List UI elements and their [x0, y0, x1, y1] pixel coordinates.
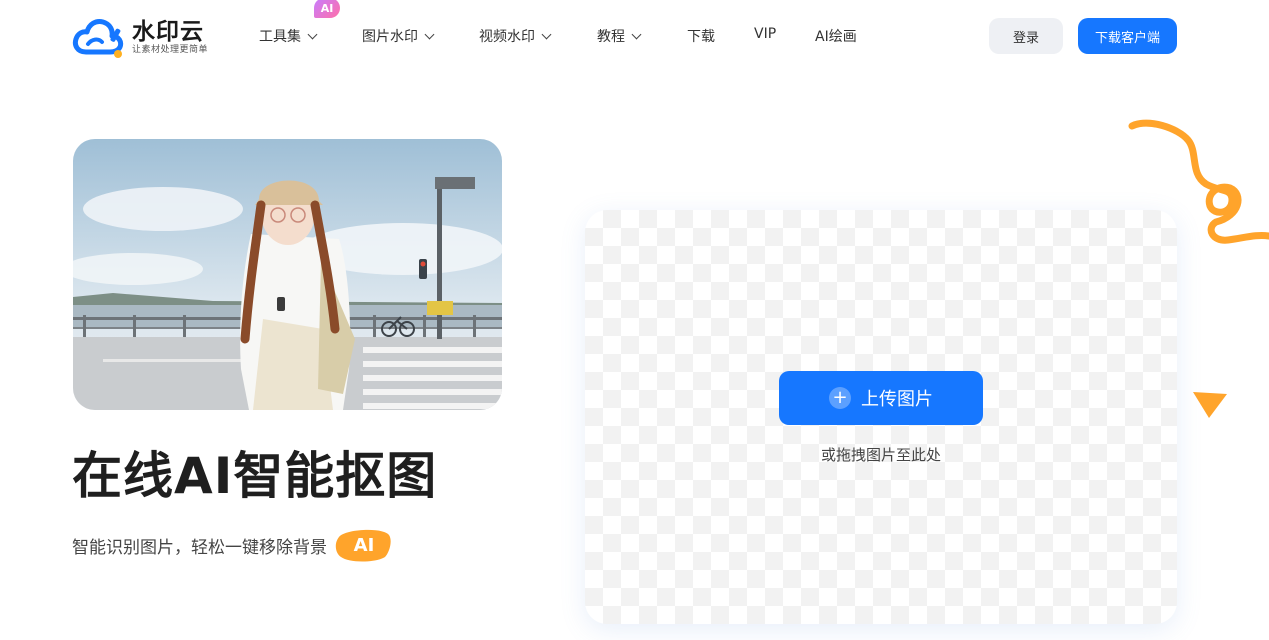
cloud-logo-icon [72, 14, 126, 60]
upload-button-label: 上传图片 [861, 389, 933, 410]
nav-item-label: VIP [754, 26, 777, 42]
brand-slogan: 让素材处理更简单 [132, 44, 209, 55]
nav-item-tutorials[interactable]: 教程 [597, 26, 642, 46]
download-client-button[interactable]: 下载客户端 [1078, 18, 1177, 54]
ai-new-badge: AI [314, 0, 340, 18]
orange-squiggle-icon [1128, 119, 1269, 244]
chevron-down-icon [307, 29, 318, 39]
nav-item-label: 教程 [597, 29, 625, 45]
nav-item-label: AI绘画 [815, 29, 857, 45]
site-header: 水印云 让素材处理更简单 AI 工具集 图片水印 视频水印 教程 下载 VIP … [0, 0, 1269, 72]
nav-item-vip[interactable]: VIP [754, 26, 776, 42]
plus-icon: + [829, 387, 851, 409]
photo-woman-crosswalk-icon [73, 139, 502, 410]
nav-item-video-watermark[interactable]: 视频水印 [479, 26, 552, 46]
chevron-down-icon [424, 29, 435, 39]
page-subtitle: 智能识别图片，轻松一键移除背景 [72, 537, 327, 558]
upload-image-button[interactable]: + 上传图片 [779, 371, 983, 425]
page-title: 在线AI智能抠图 [72, 447, 438, 505]
nav-item-label: 视频水印 [479, 29, 535, 45]
nav-item-label: 工具集 [259, 29, 301, 45]
nav-item-image-watermark[interactable]: 图片水印 [362, 26, 435, 46]
nav-item-download[interactable]: 下载 [687, 26, 715, 46]
nav-item-ai-painting[interactable]: AI绘画 [815, 26, 857, 46]
drop-hint-text: 或拖拽图片至此处 [820, 446, 941, 464]
ai-tag-label: AI [353, 534, 375, 556]
page-subtitle-row: 智能识别图片，轻松一键移除背景 AI [72, 527, 393, 563]
nav-item-label: 下载 [687, 29, 715, 45]
brand-logo[interactable]: 水印云 让素材处理更简单 [72, 14, 222, 60]
login-button[interactable]: 登录 [989, 18, 1063, 54]
orange-triangle-icon [1193, 392, 1227, 418]
nav-item-tools[interactable]: 工具集 [259, 26, 318, 46]
hero-image [73, 139, 502, 410]
brand-name: 水印云 [132, 18, 204, 45]
chevron-down-icon [631, 29, 642, 39]
nav-item-label: 图片水印 [362, 29, 418, 45]
ai-tag: AI [335, 527, 393, 563]
chevron-down-icon [541, 29, 552, 39]
